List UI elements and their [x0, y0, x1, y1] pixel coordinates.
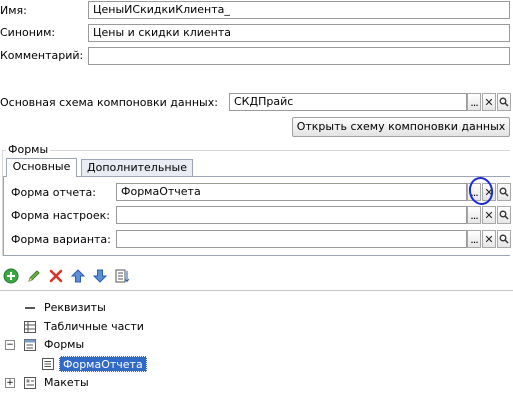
schema-field[interactable]: СКДПрайс — [229, 93, 467, 111]
settings-form-label: Форма настроек: — [11, 209, 110, 222]
comment-label: Комментарий: — [0, 49, 84, 62]
forms-icon — [24, 339, 36, 351]
expand-toggle-icon[interactable]: + — [5, 378, 15, 388]
tabular-sections-icon — [24, 321, 36, 333]
tree-item-label-selected: ФормаОтчета — [59, 356, 147, 372]
settings-form-open-icon[interactable] — [497, 206, 511, 224]
tree-item-attributes[interactable]: Реквизиты — [0, 299, 513, 317]
schema-clear-icon[interactable]: ✕ — [482, 93, 496, 111]
schema-select-button[interactable]: ... — [467, 93, 481, 111]
variant-form-open-icon[interactable] — [497, 230, 511, 248]
collapse-toggle-icon[interactable]: − — [5, 340, 15, 350]
tab-join — [7, 176, 76, 178]
report-form-field[interactable]: ФормаОтчета — [116, 183, 467, 201]
settings-form-field[interactable] — [116, 206, 467, 224]
tree-item-templates[interactable]: + Макеты — [0, 374, 513, 392]
edit-icon[interactable] — [26, 268, 42, 284]
tree-item-report-form[interactable]: ФормаОтчета — [0, 355, 513, 373]
attributes-icon — [24, 302, 36, 314]
sort-list-icon[interactable] — [114, 268, 130, 284]
name-field[interactable]: ЦеныИСкидкиКлиента_ — [88, 1, 510, 19]
tree-top-divider — [0, 290, 513, 291]
synonym-field[interactable]: Цены и скидки клиента — [88, 24, 510, 42]
tree-item-label: Формы — [44, 338, 85, 351]
tree-item-tabular-sections[interactable]: Табличные части — [0, 318, 513, 336]
tree-item-forms[interactable]: − Формы — [0, 336, 513, 354]
variant-form-field[interactable] — [116, 230, 467, 248]
annotation-circle-icon — [468, 177, 494, 205]
tree-item-label: Табличные части — [44, 320, 144, 333]
add-icon[interactable] — [3, 268, 19, 284]
forms-group-line — [2, 150, 510, 151]
variant-form-label: Форма варианта: — [11, 233, 111, 246]
settings-form-select-button[interactable]: ... — [467, 206, 481, 224]
variant-form-clear-icon[interactable]: ✕ — [482, 230, 496, 248]
variant-form-select-button[interactable]: ... — [467, 230, 481, 248]
move-down-icon[interactable] — [92, 268, 108, 284]
schema-label: Основная схема компоновки данных: — [0, 96, 218, 109]
templates-icon — [24, 377, 36, 389]
tree-item-label: Макеты — [44, 376, 89, 389]
report-form-label: Форма отчета: — [11, 186, 96, 199]
move-up-icon[interactable] — [70, 268, 86, 284]
settings-form-clear-icon[interactable]: ✕ — [482, 206, 496, 224]
tree-item-label: Реквизиты — [44, 301, 106, 314]
tab-additional[interactable]: Дополнительные — [81, 159, 193, 176]
delete-icon[interactable] — [48, 268, 64, 284]
open-schema-button[interactable]: Открыть схему компоновки данных — [292, 117, 510, 137]
comment-field[interactable] — [88, 47, 510, 65]
report-form-open-icon[interactable] — [497, 183, 511, 201]
schema-open-icon[interactable] — [497, 93, 511, 111]
name-label: Имя: — [0, 4, 27, 17]
tab-main[interactable]: Основные — [6, 158, 77, 177]
forms-group-title: Формы — [6, 143, 51, 157]
synonym-label: Синоним: — [0, 26, 56, 39]
form-icon — [42, 358, 54, 370]
